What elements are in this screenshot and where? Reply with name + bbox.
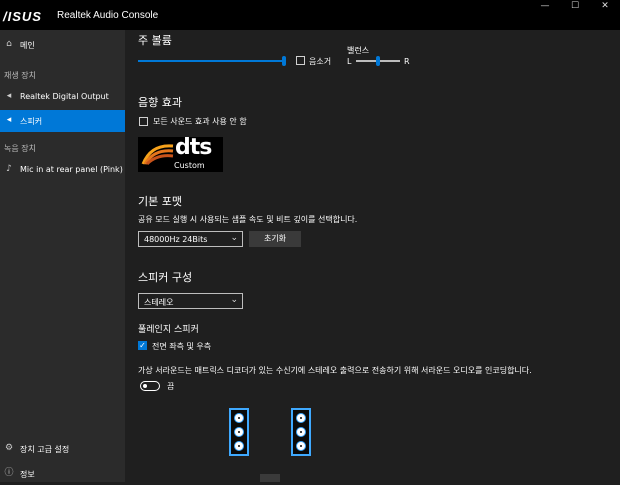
mute-checkbox[interactable] (296, 56, 305, 65)
balance-right-label: R (404, 57, 410, 66)
sidebar-item-label: Mic in at rear panel (Pink) (20, 165, 123, 174)
sidebar-item-advanced-settings[interactable]: ⚙ 장치 고급 설정 (0, 438, 125, 460)
sound-effects-title: 음향 효과 (138, 96, 182, 109)
virtual-surround-toggle[interactable] (140, 381, 160, 391)
home-icon: ⌂ (6, 39, 12, 49)
balance-slider-thumb[interactable] (376, 56, 380, 66)
sidebar-item-label: Realtek Digital Output (20, 92, 109, 101)
sidebar-item-label: 메인 (20, 41, 35, 50)
scroll-down-button[interactable] (260, 474, 280, 482)
speaker-config-value: 스테레오 (144, 298, 174, 307)
speaker-driver (234, 441, 244, 451)
playback-devices-header: 재생 장치 (4, 71, 36, 80)
close-button[interactable]: ✕ (590, 0, 620, 14)
minimize-button[interactable]: — (530, 0, 560, 14)
virtual-surround-description: 가상 서라운드는 매트릭스 디코더가 있는 수신기에 스테레오 출력으로 전송하… (138, 366, 532, 375)
speaker-driver (234, 413, 244, 423)
dts-logo-subtext: Custom (174, 161, 205, 170)
microphone-icon: ♪ (6, 164, 12, 174)
toggle-knob (143, 384, 147, 388)
window-title: Realtek Audio Console (57, 10, 159, 21)
balance-left-label: L (347, 57, 352, 66)
speaker-driver (296, 441, 306, 451)
speaker-driver (296, 413, 306, 423)
sidebar: ⌂ 메인 재생 장치 ◂ Realtek Digital Output ◂ 스피… (0, 30, 125, 482)
sidebar-item-label: 장치 고급 설정 (20, 445, 70, 454)
dts-custom-logo[interactable]: dts Custom (138, 135, 223, 172)
disable-effects-label: 모든 사운드 효과 사용 안 함 (153, 117, 247, 126)
sample-rate-select[interactable]: 48000Hz 24Bits ⌄ (138, 231, 243, 247)
recording-devices-header: 녹음 장치 (4, 144, 36, 153)
front-lr-checkbox[interactable]: ✓ (138, 341, 147, 350)
sidebar-item-speakers[interactable]: ◂ 스피커 (0, 110, 125, 132)
sidebar-item-mic-rear[interactable]: ♪ Mic in at rear panel (Pink) (0, 159, 125, 181)
speaker-driver (234, 427, 244, 437)
dts-swoosh-icon (141, 144, 174, 166)
main-volume-slider[interactable] (138, 60, 286, 62)
info-icon: ⓘ (4, 468, 14, 478)
right-speaker-icon[interactable] (291, 408, 311, 456)
sidebar-item-digital-output[interactable]: ◂ Realtek Digital Output (0, 86, 125, 108)
title-bar: /ISUS Realtek Audio Console — ☐ ✕ (0, 0, 620, 30)
chevron-down-icon: ⌄ (230, 233, 238, 243)
sidebar-item-label: 스피커 (20, 117, 43, 126)
disable-effects-checkbox[interactable] (139, 117, 148, 126)
speaker-icon: ◂ (6, 115, 12, 125)
maximize-button[interactable]: ☐ (560, 0, 590, 14)
left-speaker-icon[interactable] (229, 408, 249, 456)
speaker-config-select[interactable]: 스테레오 ⌄ (138, 293, 243, 309)
dts-logo-text: dts (175, 135, 212, 160)
mute-label: 음소거 (309, 57, 332, 66)
front-lr-label: 전면 좌측 및 우측 (152, 342, 212, 351)
sidebar-item-label: 정보 (20, 470, 35, 479)
speaker-config-title: 스피커 구성 (138, 271, 193, 284)
chevron-down-icon: ⌄ (230, 295, 238, 305)
speaker-icon: ◂ (6, 91, 12, 101)
reset-button[interactable]: 초기화 (249, 231, 301, 247)
sidebar-item-home[interactable]: ⌂ 메인 (0, 34, 125, 56)
default-format-title: 기본 포맷 (138, 195, 182, 208)
balance-label: 밸런스 (347, 46, 370, 55)
speaker-driver (296, 427, 306, 437)
gear-icon: ⚙ (4, 443, 14, 453)
virtual-surround-toggle-label: 끔 (167, 382, 175, 391)
fullrange-title: 풀레인지 스피커 (138, 325, 199, 335)
main-volume-title: 주 볼륨 (138, 34, 172, 47)
default-format-description: 공유 모드 실행 시 사용되는 샘플 속도 및 비트 깊이를 선택합니다. (138, 215, 358, 224)
main-panel: 주 볼륨 음소거 밸런스 L R 음향 효과 모든 사운드 효과 사용 안 함 … (125, 30, 620, 482)
sample-rate-value: 48000Hz 24Bits (144, 235, 208, 244)
asus-logo: /ISUS (3, 9, 42, 24)
main-volume-slider-thumb[interactable] (282, 56, 286, 66)
